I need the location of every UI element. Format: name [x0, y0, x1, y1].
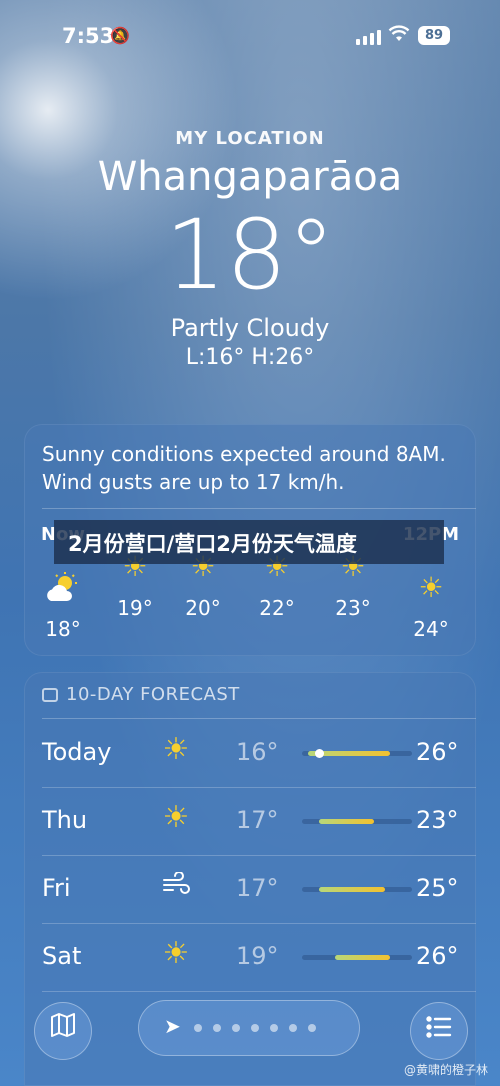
forecast-high: 26° [416, 942, 459, 970]
forecast-title: 10-DAY FORECAST [66, 684, 240, 705]
status-bar: 7:53 🔕 89 [0, 24, 500, 54]
hour-temperature: 20° [185, 596, 221, 620]
page-dot [213, 1024, 221, 1032]
silent-bell-icon: 🔕 [110, 26, 130, 45]
map-button[interactable] [34, 1002, 92, 1060]
temperature-range-bar [302, 955, 412, 960]
forecast-day: Today [42, 738, 112, 766]
temperature-range-bar [302, 887, 412, 892]
battery-indicator: 89 [418, 26, 450, 45]
hour-temperature: 19° [117, 596, 153, 620]
list-button[interactable] [410, 1002, 468, 1060]
low-high-temperature: L:16° H:26° [185, 345, 315, 370]
forecast-low: 19° [236, 942, 279, 970]
forecast-high: 23° [416, 806, 459, 834]
divider [42, 508, 476, 509]
map-icon [51, 1013, 75, 1037]
forecast-day: Fri [42, 874, 71, 902]
overlay-caption-text: 2月份营口/营口2月份天气温度 [68, 532, 357, 556]
sun-icon: ☀ [162, 800, 190, 835]
page-dots [194, 1024, 316, 1032]
temperature-range-fill [318, 819, 374, 824]
forecast-low: 16° [236, 738, 279, 766]
divider [42, 991, 476, 992]
forecast-row[interactable]: Fri 17° 25° [24, 856, 476, 924]
wifi-icon [388, 24, 410, 48]
hour-temperature: 24° [413, 617, 449, 641]
current-temperature-dot [314, 749, 324, 758]
divider [42, 718, 476, 719]
current-temperature: 18° [164, 199, 336, 311]
city-name: Whangaparāoa [97, 154, 403, 200]
page-dot [251, 1024, 259, 1032]
temperature-range-bar [302, 749, 412, 758]
location-page-indicator[interactable]: ➤ [138, 1000, 360, 1056]
calendar-icon [42, 688, 58, 702]
forecast-header: 10-DAY FORECAST [42, 684, 240, 705]
page-dot [308, 1024, 316, 1032]
forecast-row[interactable]: Thu ☀ 17° 23° [24, 788, 476, 856]
list-icon [426, 1016, 452, 1038]
page-dot [194, 1024, 202, 1032]
hour-temperature: 23° [335, 596, 371, 620]
forecast-low: 17° [236, 806, 279, 834]
sun-icon: ☀ [162, 732, 190, 767]
temperature-range-fill [335, 955, 390, 960]
temperature-range-fill [318, 887, 385, 892]
wind-icon [156, 871, 196, 905]
forecast-row[interactable]: Today ☀ 16° 26° [24, 720, 476, 788]
forecast-row[interactable]: Sat ☀ 19° 26° [24, 924, 476, 992]
weather-summary: Sunny conditions expected around 8AM. Wi… [42, 442, 446, 494]
location-arrow-icon: ➤ [164, 1014, 181, 1038]
temperature-range-bar [302, 819, 412, 824]
cellular-signal-icon [356, 30, 381, 45]
watermark: @黄啸的橙子林 [403, 1063, 488, 1077]
hour-temperature: 22° [259, 596, 295, 620]
forecast-day: Sat [42, 942, 82, 970]
forecast-day: Thu [42, 806, 88, 834]
sun-icon: ☀ [162, 936, 190, 971]
weather-condition: Partly Cloudy [170, 314, 330, 342]
sun-icon: ☀ [418, 571, 444, 604]
forecast-high: 25° [416, 874, 459, 902]
location-label: MY LOCATION [175, 128, 325, 149]
forecast-low: 17° [236, 874, 279, 902]
status-time: 7:53 [62, 24, 115, 48]
hour-temperature: 18° [45, 617, 81, 641]
forecast-high: 26° [416, 738, 459, 766]
overlay-caption-banner: 2月份营口/营口2月份天气温度 [54, 520, 444, 564]
page-dot [232, 1024, 240, 1032]
page-dot [289, 1024, 297, 1032]
bottom-toolbar: ➤ @黄啸的橙子林 [0, 996, 500, 1086]
page-dot [270, 1024, 278, 1032]
partly-cloudy-icon [28, 571, 98, 611]
